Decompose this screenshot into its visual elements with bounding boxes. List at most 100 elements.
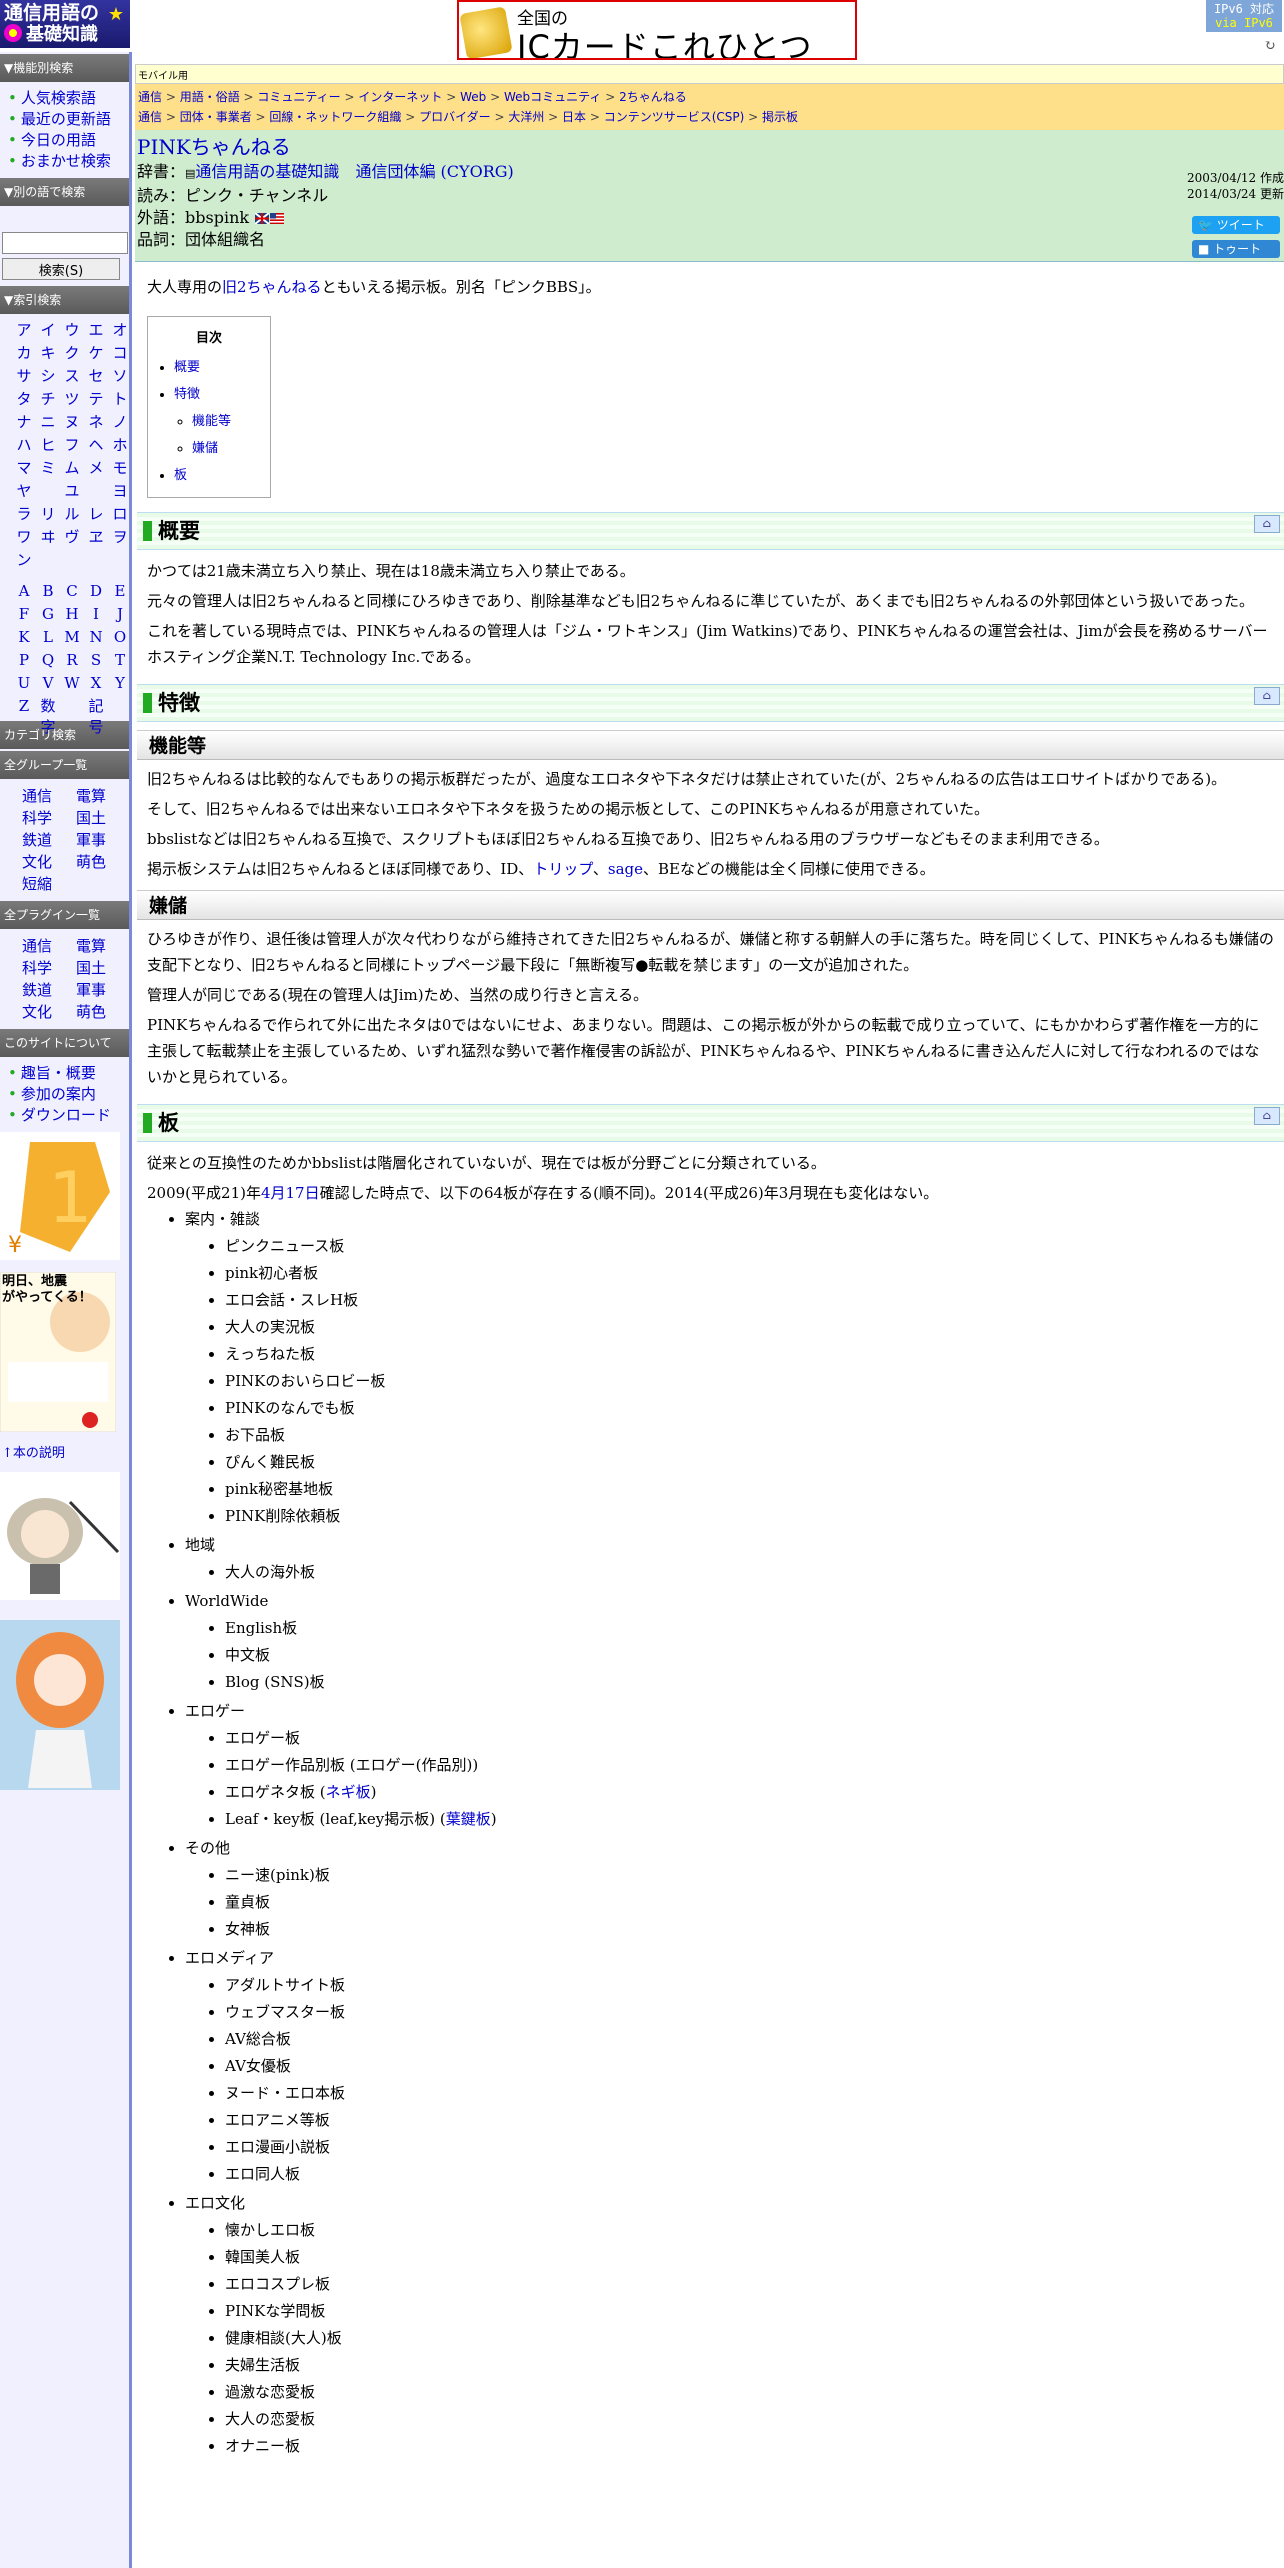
plugin-link[interactable]: 文化: [22, 1001, 76, 1023]
sage-link[interactable]: sage: [608, 860, 643, 878]
sidebar-index-header[interactable]: ▼索引検索: [0, 286, 129, 314]
leaf-key-link[interactable]: 葉鍵板: [446, 1810, 491, 1828]
dict-link-2[interactable]: 通信団体編 (CYORG): [355, 162, 513, 181]
alpha-index-link[interactable]: I: [84, 604, 108, 625]
breadcrumb-link[interactable]: Webコミュニティ: [504, 90, 601, 104]
kana-index-link[interactable]: ロ: [108, 504, 132, 525]
sidebar-word-search-header[interactable]: ▼別の語で検索: [0, 178, 129, 206]
alpha-index-link[interactable]: L: [36, 627, 60, 648]
alpha-index-link[interactable]: D: [84, 581, 108, 602]
search-button[interactable]: 検索(S): [2, 258, 120, 280]
alpha-index-link[interactable]: H: [60, 604, 84, 625]
toc-item-features[interactable]: 特徴: [174, 387, 200, 402]
breadcrumb-link[interactable]: 掲示板: [762, 110, 798, 124]
ad-banner[interactable]: 全国の ICカードこれひとつ: [457, 0, 857, 60]
alpha-index-link[interactable]: Y: [108, 673, 132, 694]
kana-index-link[interactable]: ノ: [108, 412, 132, 433]
home-icon[interactable]: ⌂: [1254, 515, 1280, 533]
kana-index-link[interactable]: ヌ: [60, 412, 84, 433]
kana-index-link[interactable]: セ: [84, 366, 108, 387]
kana-index-link[interactable]: レ: [84, 504, 108, 525]
date-link[interactable]: 4月17日: [261, 1184, 320, 1202]
kana-index-link[interactable]: タ: [12, 389, 36, 410]
kana-index-link[interactable]: シ: [36, 366, 60, 387]
plugin-link[interactable]: 電算: [76, 935, 130, 957]
kana-index-link[interactable]: ル: [60, 504, 84, 525]
dict-link-1[interactable]: 通信用語の基礎知識: [195, 162, 339, 181]
group-link[interactable]: 鉄道: [22, 829, 76, 851]
kana-index-link[interactable]: ヒ: [36, 435, 60, 456]
sidebar-feature-link[interactable]: 最近の更新語: [8, 109, 129, 130]
tweet-button[interactable]: 🐦 ツイート: [1192, 216, 1280, 234]
kana-index-link[interactable]: ヰ: [36, 527, 60, 548]
breadcrumb-link[interactable]: コンテンツサービス(CSP): [604, 110, 745, 124]
breadcrumb-link[interactable]: Web: [460, 90, 486, 104]
group-link[interactable]: 電算: [76, 785, 130, 807]
kana-index-link[interactable]: ツ: [60, 389, 84, 410]
alpha-index-link[interactable]: Q: [36, 650, 60, 671]
group-link[interactable]: 萌色: [76, 851, 130, 873]
alpha-index-link[interactable]: J: [108, 604, 132, 625]
trip-link[interactable]: トリップ: [533, 860, 593, 878]
kana-index-link[interactable]: イ: [36, 320, 60, 341]
kana-index-link[interactable]: オ: [108, 320, 132, 341]
kana-index-link[interactable]: フ: [60, 435, 84, 456]
kana-index-link[interactable]: ヘ: [84, 435, 108, 456]
plugin-link[interactable]: 萌色: [76, 1001, 130, 1023]
kana-index-link[interactable]: チ: [36, 389, 60, 410]
ad-caption-link[interactable]: ↑本の説明: [2, 1442, 65, 1461]
sidebar-feature-link[interactable]: 人気検索語: [8, 88, 129, 109]
toot-button[interactable]: ■ トゥート: [1192, 240, 1280, 258]
kana-index-link[interactable]: ム: [60, 458, 84, 479]
toc-item-boards[interactable]: 板: [174, 468, 187, 483]
mascot-image-1[interactable]: [0, 1472, 120, 1600]
kana-index-link[interactable]: ミ: [36, 458, 60, 479]
alpha-index-link[interactable]: T: [108, 650, 132, 671]
group-link[interactable]: 科学: [22, 807, 76, 829]
group-link[interactable]: 文化: [22, 851, 76, 873]
breadcrumb-link[interactable]: 用語・俗語: [180, 90, 240, 104]
kana-index-link[interactable]: ヱ: [84, 527, 108, 548]
ad-one-image[interactable]: 1 ¥: [0, 1132, 120, 1260]
breadcrumb-link[interactable]: 通信: [138, 90, 162, 104]
kana-index-link[interactable]: ユ: [60, 481, 84, 502]
sidebar-about-link[interactable]: 趣旨・概要: [8, 1063, 129, 1084]
alpha-index-link[interactable]: U: [12, 673, 36, 694]
ad-book-image[interactable]: 明日、地震 がやってくる！: [0, 1271, 120, 1433]
plugin-link[interactable]: 通信: [22, 935, 76, 957]
kana-index-link[interactable]: ク: [60, 343, 84, 364]
site-logo[interactable]: 通信用語の 基礎知識 ★: [0, 0, 130, 48]
sidebar-about-link[interactable]: ダウンロード: [8, 1105, 129, 1126]
kana-index-link[interactable]: ヤ: [12, 481, 36, 502]
alpha-index-link[interactable]: P: [12, 650, 36, 671]
toc-item-functions[interactable]: 機能等: [192, 414, 231, 429]
kana-index-link[interactable]: ニ: [36, 412, 60, 433]
alpha-index-link[interactable]: K: [12, 627, 36, 648]
sidebar-about-link[interactable]: 参加の案内: [8, 1084, 129, 1105]
plugin-link[interactable]: 軍事: [76, 979, 130, 1001]
page-title[interactable]: PINKちゃんねる: [137, 134, 1282, 160]
sidebar-category-header[interactable]: カテゴリ検索: [0, 721, 129, 749]
kana-index-link[interactable]: ア: [12, 320, 36, 341]
breadcrumb-link[interactable]: 通信: [138, 110, 162, 124]
kana-index-link[interactable]: ホ: [108, 435, 132, 456]
alpha-index-link[interactable]: W: [60, 673, 84, 694]
alpha-index-link[interactable]: F: [12, 604, 36, 625]
kana-index-link[interactable]: コ: [108, 343, 132, 364]
sidebar-group-header[interactable]: 全グループ一覧: [0, 751, 129, 779]
kana-index-link[interactable]: カ: [12, 343, 36, 364]
alpha-index-link[interactable]: B: [36, 581, 60, 602]
breadcrumb-link[interactable]: 回線・ネットワーク組織: [269, 110, 401, 124]
group-link[interactable]: 短縮: [22, 873, 76, 895]
group-link[interactable]: 国土: [76, 807, 130, 829]
refresh-icon[interactable]: ↻: [1264, 38, 1276, 54]
alpha-index-link[interactable]: C: [60, 581, 84, 602]
kana-index-link[interactable]: ソ: [108, 366, 132, 387]
alpha-index-link[interactable]: R: [60, 650, 84, 671]
alpha-index-link[interactable]: G: [36, 604, 60, 625]
alpha-index-link[interactable]: X: [84, 673, 108, 694]
kana-index-link[interactable]: リ: [36, 504, 60, 525]
plugin-link[interactable]: 科学: [22, 957, 76, 979]
alpha-index-link[interactable]: M: [60, 627, 84, 648]
plugin-link[interactable]: 鉄道: [22, 979, 76, 1001]
